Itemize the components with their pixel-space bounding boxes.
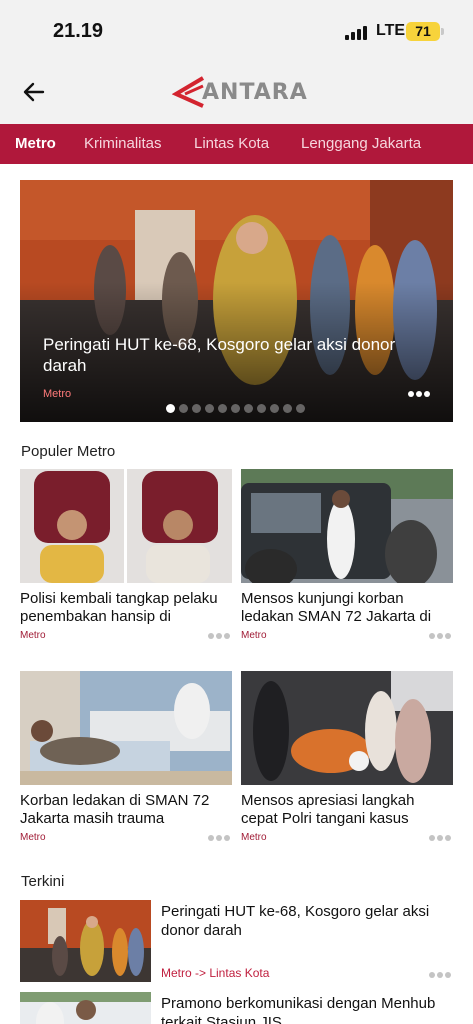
list-item[interactable]: Peringati HUT ke-68, Kosgoro gelar aksi … — [20, 900, 453, 990]
tab-lintas-kota[interactable]: Lintas Kota — [194, 135, 269, 152]
more-options-icon[interactable] — [408, 385, 432, 400]
section-title-latest: Terkini — [21, 873, 65, 890]
article-category[interactable]: Metro — [241, 630, 267, 641]
article-thumbnail — [20, 992, 151, 1024]
article-thumbnail — [20, 900, 151, 982]
list-item[interactable]: Pramono berkomunikasi dengan Menhub terk… — [20, 992, 453, 1024]
tab-kriminalitas[interactable]: Kriminalitas — [84, 135, 162, 152]
more-options-icon[interactable] — [429, 829, 453, 844]
more-options-icon[interactable] — [208, 627, 232, 642]
article-thumbnail — [20, 469, 232, 583]
carousel-indicator — [166, 400, 309, 414]
signal-strength-icon — [345, 24, 369, 40]
hero-title[interactable]: Peringati HUT ke-68, Kosgoro gelar aksi … — [43, 334, 443, 376]
antara-logo-mark — [172, 76, 205, 108]
article-title[interactable]: Mensos kunjungi korban ledakan SMAN 72 J… — [241, 590, 453, 628]
tab-lenggang-jakarta[interactable]: Lenggang Jakarta — [301, 135, 421, 152]
article-category[interactable]: Metro — [20, 630, 46, 641]
article-title[interactable]: Peringati HUT ke-68, Kosgoro gelar aksi … — [161, 902, 451, 940]
network-type: LTE — [376, 22, 406, 39]
article-thumbnail — [241, 671, 453, 785]
article-category[interactable]: Metro — [241, 832, 267, 843]
battery-level: 71 — [415, 23, 431, 39]
article-category[interactable]: Metro -> Lintas Kota — [161, 966, 269, 980]
article-title[interactable]: Korban ledakan di SMAN 72 Jakarta masih … — [20, 792, 232, 830]
hero-category[interactable]: Metro — [43, 388, 71, 400]
hero-carousel[interactable]: Peringati HUT ke-68, Kosgoro gelar aksi … — [20, 180, 453, 422]
category-tabs: Metro Kriminalitas Lintas Kota Lenggang … — [0, 124, 473, 164]
article-thumbnail — [20, 671, 232, 785]
more-options-icon[interactable] — [429, 627, 453, 642]
article-title[interactable]: Polisi kembali tangkap pelaku penembakan… — [20, 590, 232, 628]
antara-logo[interactable]: ANTARA — [172, 74, 307, 110]
logo-text: ANTARA — [202, 80, 308, 105]
tab-metro[interactable]: Metro — [15, 135, 56, 152]
article-title[interactable]: Pramono berkomunikasi dengan Menhub terk… — [161, 994, 451, 1024]
more-options-icon[interactable] — [429, 966, 453, 981]
app-header: ANTARA — [0, 62, 473, 124]
arrow-left-icon — [23, 82, 45, 102]
status-time: 21.19 — [53, 20, 104, 42]
battery-icon: 71 — [406, 22, 444, 41]
article-title[interactable]: Mensos apresiasi langkah cepat Polri tan… — [241, 792, 453, 830]
article-thumbnail — [241, 469, 453, 583]
back-button[interactable] — [18, 75, 52, 109]
section-title-popular: Populer Metro — [21, 443, 116, 460]
article-category[interactable]: Metro — [20, 832, 46, 843]
status-bar: 21.19 LTE 71 — [0, 0, 473, 62]
more-options-icon[interactable] — [208, 829, 232, 844]
